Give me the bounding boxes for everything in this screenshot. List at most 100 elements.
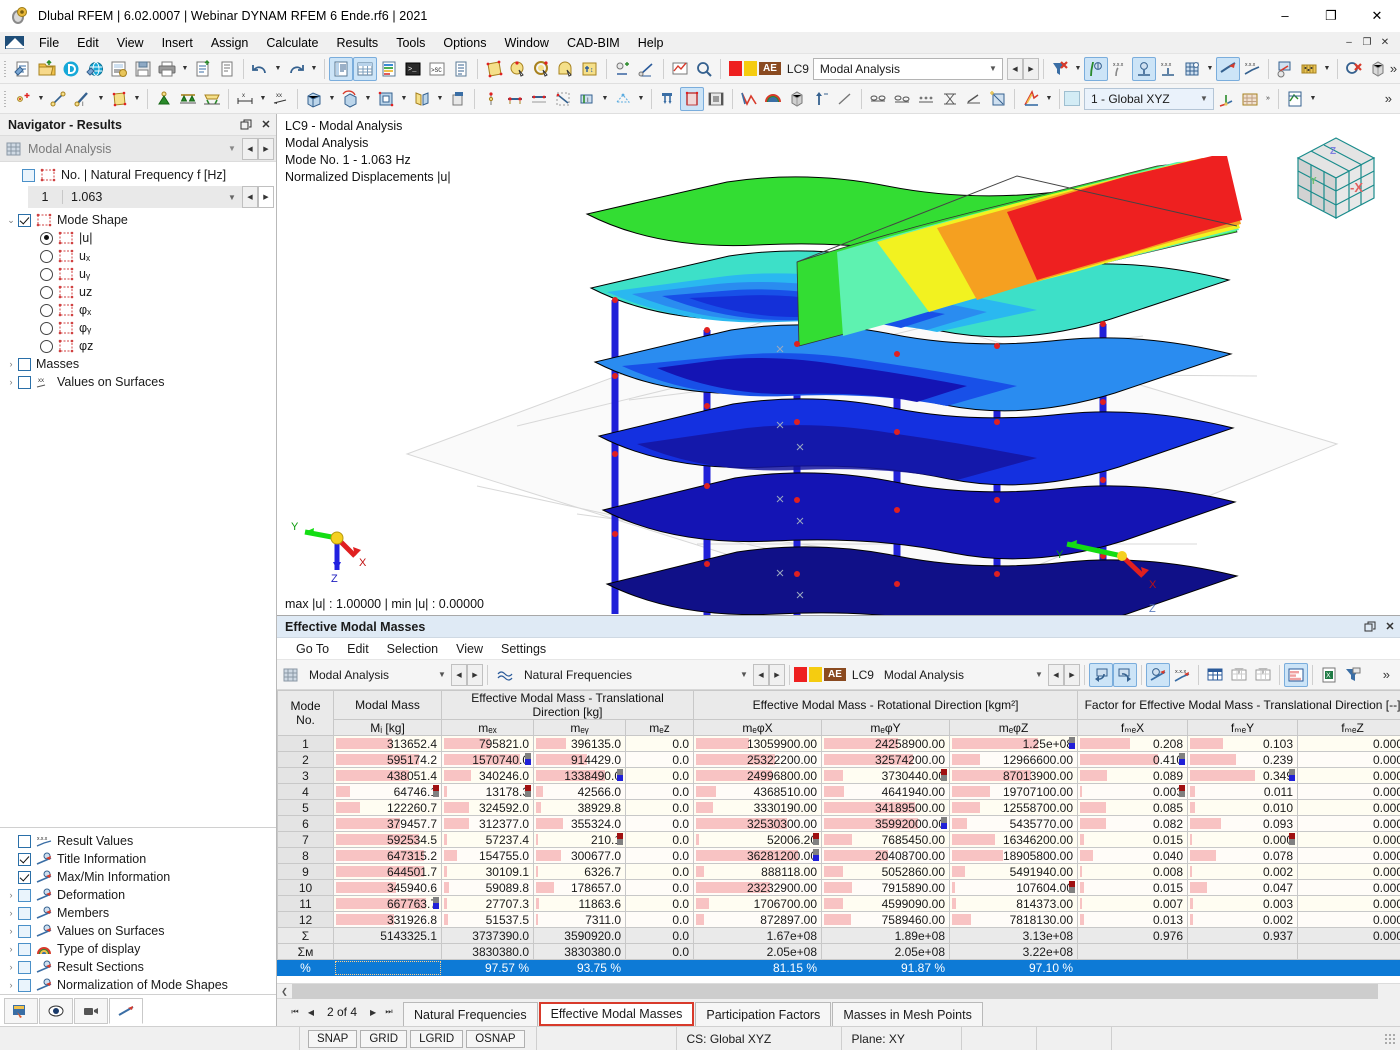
cell-fmez[interactable]: 0.000 <box>1297 815 1400 832</box>
cell-modal-mass[interactable]: 667763.7 <box>333 895 442 912</box>
load-case-selector[interactable]: AE LC9 Modal Analysis ▼ ◀ ▶ <box>725 57 1039 80</box>
3d-viewport[interactable]: Y X Z LC9 - Modal Analysis Modal Analysi… <box>277 114 1400 616</box>
display-item-expander-icon[interactable]: › <box>4 980 18 990</box>
display-item-checkbox[interactable] <box>18 888 31 902</box>
mdi-minimize-button[interactable]: – <box>1340 34 1358 52</box>
mode-component-radio[interactable] <box>40 231 53 245</box>
cell-fmex[interactable]: 0.085 <box>1077 799 1189 816</box>
cell-mex[interactable]: 51537.5 <box>441 911 534 928</box>
frequency-next-button[interactable]: ▶ <box>258 186 274 208</box>
member-division-icon[interactable] <box>551 87 575 111</box>
cell-mey[interactable]: 42566.0 <box>533 783 626 800</box>
save-icon[interactable] <box>131 57 155 81</box>
navigator-undock-icon[interactable] <box>236 115 256 135</box>
select-circle-icon[interactable] <box>530 57 554 81</box>
cell-mez[interactable]: 0.0 <box>624 847 695 864</box>
tables-panel-icon[interactable] <box>353 56 377 81</box>
cell-mephx[interactable]: 81.15 % <box>693 959 823 976</box>
table-filter-rows-icon[interactable] <box>1251 663 1275 687</box>
cell-fmey[interactable] <box>1187 943 1299 960</box>
menu-tools[interactable]: Tools <box>387 34 434 52</box>
cell-mephz[interactable]: 5435770.00 <box>949 815 1079 832</box>
undo-icon[interactable] <box>248 57 272 81</box>
cell-mephy[interactable]: 32574200.00 <box>821 751 951 768</box>
cell-mode-no[interactable]: 7 <box>277 831 334 848</box>
line-support-icon[interactable] <box>176 87 200 111</box>
toolbar2-overflow-button[interactable]: » <box>1385 91 1400 106</box>
load-case-prev-button[interactable]: ◀ <box>1006 57 1023 80</box>
cell-mode-no[interactable]: 10 <box>277 879 334 896</box>
cell-mez[interactable]: 0.0 <box>624 815 695 832</box>
list-panel-icon[interactable] <box>449 57 473 81</box>
cell-mex[interactable]: 59089.8 <box>441 879 534 896</box>
display-item-2[interactable]: Max/Min Information <box>0 868 276 886</box>
cell-mey[interactable]: 1338490.0 <box>533 767 626 784</box>
cell-mex[interactable]: 1570740.0 <box>441 751 534 768</box>
redo-icon[interactable] <box>284 57 308 81</box>
mode-component-1[interactable]: uₓ <box>0 247 276 265</box>
cell-fmez[interactable]: 0.000 <box>1297 911 1400 928</box>
frequency-chevron-icon[interactable]: ▼ <box>222 193 242 202</box>
cell-mode-no[interactable]: 1 <box>277 735 334 752</box>
model-info-icon[interactable] <box>107 57 131 81</box>
support-reactions-icon[interactable] <box>1131 56 1156 81</box>
cell-fmez[interactable] <box>1297 943 1400 960</box>
cell-modal-mass[interactable]: 592534.5 <box>333 831 442 848</box>
cell-mephy[interactable]: 5052860.00 <box>821 863 951 880</box>
cell-mephz[interactable]: 3.13e+08 <box>949 927 1079 944</box>
cell-fmex[interactable]: 0.040 <box>1077 847 1189 864</box>
display-item-8[interactable]: › Normalization of Mode Shapes <box>0 976 276 994</box>
tab-natural-frequencies[interactable]: Natural Frequencies <box>403 1002 538 1026</box>
cell-fmex[interactable]: 0.003 <box>1077 783 1189 800</box>
natural-frequency-checkbox[interactable] <box>22 168 35 182</box>
cell-mey[interactable]: 178657.0 <box>533 879 626 896</box>
cell-mey[interactable]: 93.75 % <box>533 959 626 976</box>
cell-mephz[interactable]: 1.25e+08 <box>949 735 1079 752</box>
delete-selection-icon[interactable] <box>1342 57 1366 81</box>
table-color-bars-icon[interactable] <box>1283 662 1308 687</box>
display-item-4[interactable]: › Members <box>0 904 276 922</box>
cell-fmey[interactable]: 0.349 <box>1187 767 1299 784</box>
cell-fmex[interactable]: 0.013 <box>1077 911 1189 928</box>
frequency-prev-button[interactable]: ◀ <box>242 186 258 208</box>
cell-fmex[interactable]: 0.089 <box>1077 767 1189 784</box>
color-legend-icon[interactable] <box>1019 87 1043 111</box>
hscroll-thumb[interactable] <box>292 983 1378 999</box>
col-subheader-mez[interactable]: mₑᴢ <box>624 719 695 736</box>
display-item-expander-icon[interactable]: › <box>4 890 18 900</box>
move-up-icon[interactable] <box>809 87 833 111</box>
cell-mephx[interactable]: 4368510.00 <box>693 783 823 800</box>
cell-fmez[interactable]: 0.000 <box>1297 751 1400 768</box>
table-row[interactable]: 6 379457.7 312377.0 355324.0 0.0 32530300.00 3… <box>277 815 1400 832</box>
cell-modal-mass[interactable]: 595174.2 <box>333 751 442 768</box>
results-analysis-next[interactable]: ▶ <box>467 663 483 686</box>
surface-support-icon[interactable] <box>200 87 224 111</box>
pager-last-button[interactable]: ⏭ <box>381 1003 397 1021</box>
cell-mex[interactable]: 340246.0 <box>441 767 534 784</box>
navigator-tab-views[interactable] <box>39 997 73 1024</box>
support-values-icon[interactable]: x.x.x <box>1156 57 1180 81</box>
clear-results-icon[interactable] <box>1048 57 1072 81</box>
navigator-analysis-next[interactable]: ▶ <box>258 137 274 160</box>
mode-shape-expander-icon[interactable]: ⌄ <box>4 215 18 226</box>
menu-view[interactable]: View <box>108 34 153 52</box>
console-icon[interactable]: >_ <box>401 57 425 81</box>
cell-mez[interactable]: 0.0 <box>624 767 695 784</box>
search-model-icon[interactable] <box>692 57 716 81</box>
table-sync-to-model-icon[interactable] <box>1112 662 1137 687</box>
masses-expander-icon[interactable]: › <box>4 359 18 369</box>
cell-mey[interactable]: 3590920.0 <box>533 927 626 944</box>
clear-results-dropdown-arrow[interactable]: ▼ <box>1072 57 1084 81</box>
menu-insert[interactable]: Insert <box>153 34 202 52</box>
cell-fmey[interactable]: 0.093 <box>1187 815 1299 832</box>
new-line-tool-icon[interactable] <box>47 87 71 111</box>
print-icon[interactable] <box>155 57 179 81</box>
cell-mephz[interactable]: 107604.00 <box>949 879 1079 896</box>
frequency-selector-row[interactable]: 1 1.063 ▼ ◀ ▶ <box>28 186 274 208</box>
cell-modal-mass[interactable]: 379457.7 <box>333 815 442 832</box>
cell-mez[interactable]: 0.0 <box>624 879 695 896</box>
cell-mey[interactable]: 210.1 <box>533 831 626 848</box>
display-item-5[interactable]: › Values on Surfaces <box>0 922 276 940</box>
results-menu-selection[interactable]: Selection <box>378 640 447 658</box>
results-analysis-combo[interactable]: Modal Analysis ▼ <box>303 664 451 686</box>
